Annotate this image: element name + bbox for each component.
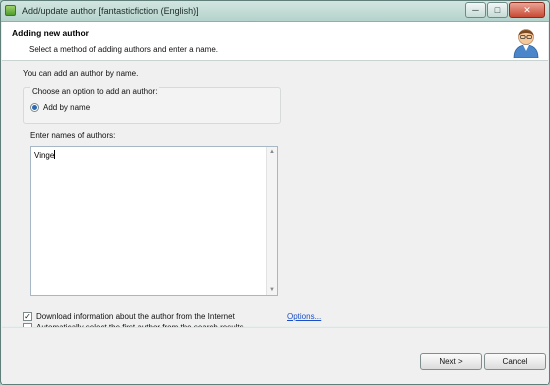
header-title: Adding new author [12, 28, 89, 38]
minimize-button[interactable]: ─ [465, 2, 486, 18]
app-icon [5, 5, 16, 16]
radio-label: Add by name [43, 103, 91, 112]
close-icon: ✕ [523, 4, 531, 15]
add-option-group: Choose an option to add an author: Add b… [23, 87, 281, 124]
maximize-icon: □ [494, 5, 501, 15]
options-link[interactable]: Options... [287, 312, 321, 321]
author-names-textarea[interactable]: Vinge ▲ ▼ [30, 146, 278, 296]
download-info-checkbox-row[interactable]: ✓ Download information about the author … [23, 312, 235, 321]
dialog-window: Add/update author [fantasticfiction (Eng… [0, 0, 550, 385]
window-title: Add/update author [fantasticfiction (Eng… [22, 6, 199, 16]
radio-button[interactable] [30, 103, 39, 112]
radio-selected-dot [32, 105, 37, 110]
names-label: Enter names of authors: [30, 131, 116, 140]
textarea-scrollbar[interactable]: ▲ ▼ [266, 147, 277, 295]
textarea-value: Vinge [34, 150, 56, 160]
wizard-footer: Next > Cancel [2, 327, 548, 384]
scroll-up-icon[interactable]: ▲ [267, 147, 277, 157]
window-controls: ─ □ ✕ [465, 2, 545, 18]
add-by-name-radio[interactable]: Add by name [30, 103, 90, 112]
scroll-down-icon[interactable]: ▼ [267, 285, 277, 295]
download-info-checkbox[interactable]: ✓ [23, 312, 32, 321]
content-area: You can add an author by name. Choose an… [2, 61, 548, 332]
download-info-label: Download information about the author fr… [36, 312, 235, 321]
next-button[interactable]: Next > [420, 353, 482, 370]
intro-text: You can add an author by name. [23, 69, 139, 78]
text-caret [54, 150, 56, 159]
author-avatar-icon [513, 29, 539, 58]
close-button[interactable]: ✕ [509, 2, 545, 18]
group-legend: Choose an option to add an author: [30, 87, 160, 96]
maximize-button[interactable]: □ [487, 2, 508, 18]
cancel-button[interactable]: Cancel [484, 353, 546, 370]
header-subtitle: Select a method of adding authors and en… [29, 45, 219, 54]
title-bar[interactable]: Add/update author [fantasticfiction (Eng… [1, 1, 549, 22]
minimize-icon: ─ [472, 5, 479, 15]
wizard-header: Adding new author Select a method of add… [2, 22, 548, 61]
